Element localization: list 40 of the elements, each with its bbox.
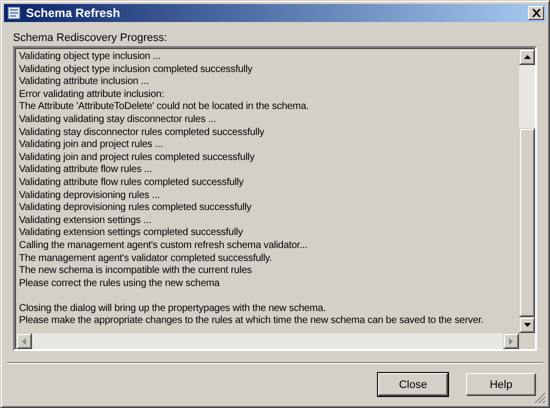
log-line: Validating join and project rules completed successfully (19, 152, 256, 164)
dialog-button[interactable]: Close (378, 373, 448, 396)
log-line: Validating attribute flow rules completed successfully (19, 176, 245, 190)
dialog-button[interactable]: Help (466, 373, 536, 396)
log-line: Validating extension settings ... (19, 214, 152, 228)
close-button[interactable] (528, 6, 544, 20)
log-line: Validating attribute inclusion ... (19, 76, 150, 89)
log-line: Closing the dialog will bring up the propertypages with the new schema. (19, 302, 327, 316)
window-title: Schema Refresh (26, 6, 122, 20)
log-line: Validating extension settings completed successfully (19, 227, 244, 240)
log-line: Validating object type inclusion completed successfully (19, 64, 254, 76)
right-arrow-icon (509, 338, 513, 344)
log-line: Validating deprovisioning rules completed successfully (19, 202, 252, 215)
scroll-right-button[interactable] (503, 333, 519, 349)
scroll-thumb[interactable] (519, 128, 535, 317)
scroll-left-button[interactable] (16, 333, 32, 349)
log-line: Calling the management agent's custom refresh schema validator... (19, 240, 308, 252)
resize-grip-icon (534, 392, 546, 404)
log-line: Please make the appropriate changes to the rules at which time the new schema can be saved to the server. (19, 315, 485, 328)
log-line: Validating object type inclusion ... (19, 51, 162, 64)
log-line: Error validating attribute inclusion: (19, 88, 166, 102)
log-line: The management agent's validator completed successfully. (19, 252, 273, 266)
log-line: The new schema is incompatible with the current rules (19, 265, 253, 278)
vertical-scrollbar[interactable] (519, 49, 535, 333)
progress-label: Schema Rediscovery Progress: (13, 32, 168, 44)
log-line: Validating stay disconnector rules completed successfully (19, 126, 266, 140)
scroll-down-button[interactable] (519, 317, 535, 333)
log-line: Please correct the rules using the new schema (19, 278, 221, 290)
log-line: Validating deprovisioning rules ... (19, 190, 161, 202)
close-icon (532, 9, 540, 17)
down-arrow-icon (524, 323, 530, 327)
log-line: Validating join and project rules ... (19, 139, 164, 152)
up-arrow-icon (524, 55, 530, 59)
log-line: Validating attribute flow rules ... (19, 164, 153, 177)
log-line: Validating validating stay disconnector rules ... (19, 114, 218, 127)
log-line: The Attribute 'AttributeToDelete' could not be located in the schema. (19, 101, 310, 114)
scroll-up-button[interactable] (519, 49, 535, 65)
log-text-area[interactable] (13, 46, 537, 351)
left-arrow-icon (22, 338, 26, 344)
schema-icon (6, 5, 22, 21)
